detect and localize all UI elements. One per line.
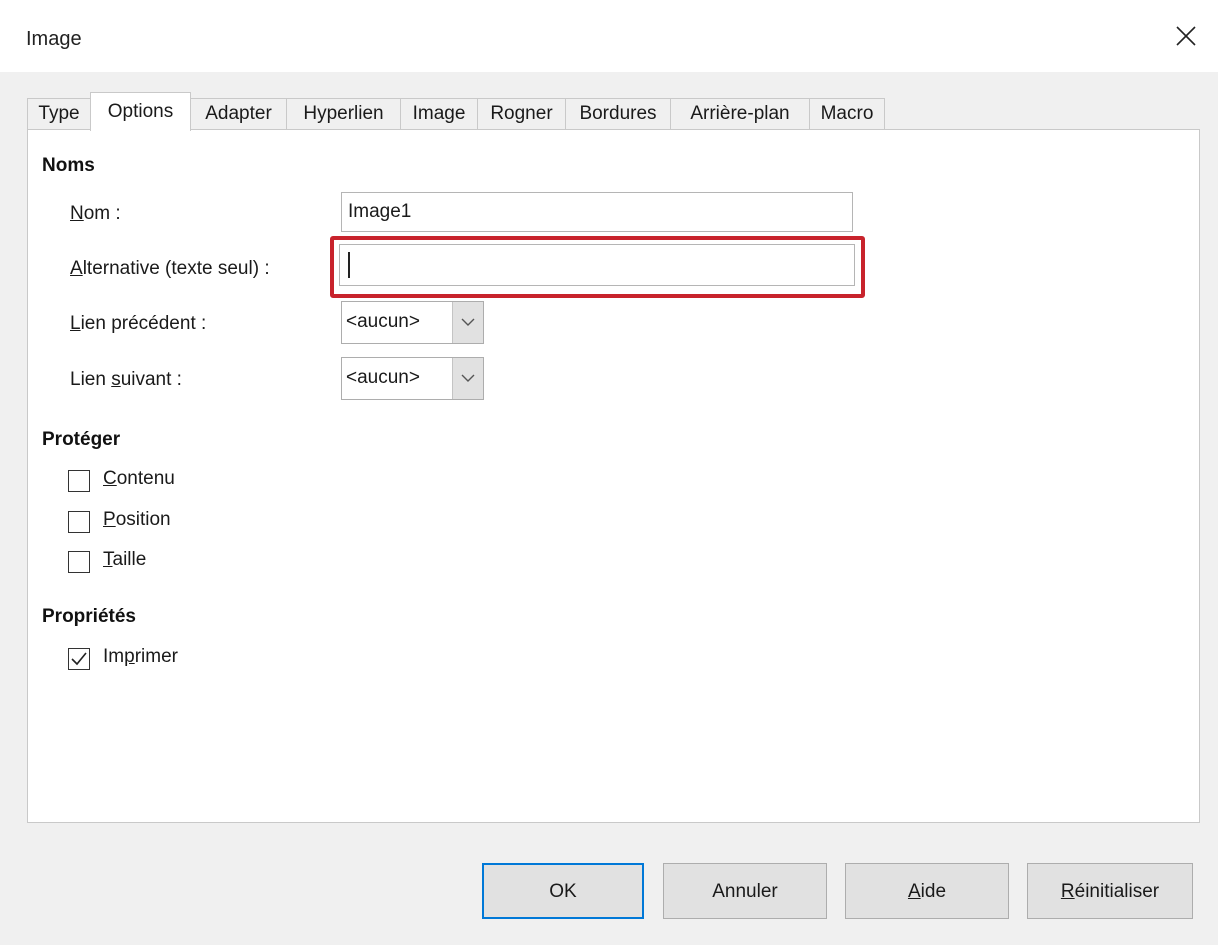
tab-adapter[interactable]: Adapter xyxy=(190,98,287,130)
protect-content-checkbox[interactable] xyxy=(68,470,90,492)
section-title-noms: Noms xyxy=(42,155,95,176)
protect-position-checkbox[interactable] xyxy=(68,511,90,533)
checkmark-icon xyxy=(71,652,87,666)
tab-macro[interactable]: Macro xyxy=(809,98,885,130)
tab-bordures[interactable]: Bordures xyxy=(565,98,671,130)
alt-text-input[interactable] xyxy=(339,244,855,286)
protect-size-checkbox[interactable] xyxy=(68,551,90,573)
prev-link-label: Lien précédent : xyxy=(70,313,207,334)
chevron-down-icon xyxy=(461,374,475,382)
tab-hyperlien[interactable]: Hyperlien xyxy=(286,98,401,130)
print-checkbox[interactable] xyxy=(68,648,90,670)
options-panel: Noms Nom : Alternative (texte seul) : Li… xyxy=(27,129,1200,823)
cancel-button[interactable]: Annuler xyxy=(663,863,827,919)
title-bar: Image xyxy=(0,0,1218,72)
close-button[interactable] xyxy=(1156,12,1218,62)
tab-rogner[interactable]: Rogner xyxy=(477,98,566,130)
chevron-down-icon xyxy=(461,318,475,326)
protect-position-label: Position xyxy=(103,509,171,530)
window-title: Image xyxy=(26,28,82,50)
next-link-value: <aucun> xyxy=(346,367,420,388)
next-link-label: Lien suivant : xyxy=(70,369,182,390)
tab-arriere-plan[interactable]: Arrière-plan xyxy=(670,98,810,130)
protect-content-label: Contenu xyxy=(103,468,175,489)
prev-link-dropdown-button[interactable] xyxy=(452,302,483,343)
alt-text-label: Alternative (texte seul) : xyxy=(70,258,270,279)
prev-link-select[interactable]: <aucun> xyxy=(341,301,484,344)
help-button[interactable]: Aide xyxy=(845,863,1009,919)
next-link-select[interactable]: <aucun> xyxy=(341,357,484,400)
reset-button[interactable]: Réinitialiser xyxy=(1027,863,1193,919)
name-label: Nom : xyxy=(70,203,121,224)
close-icon xyxy=(1176,26,1196,46)
next-link-dropdown-button[interactable] xyxy=(452,358,483,399)
protect-size-label: Taille xyxy=(103,549,147,570)
text-caret xyxy=(348,252,350,278)
section-title-proprietes: Propriétés xyxy=(42,606,136,627)
image-dialog: Image Type Options Adapter Hyperlien Ima… xyxy=(0,0,1218,945)
print-label: Imprimer xyxy=(103,646,178,667)
tab-image[interactable]: Image xyxy=(400,98,478,130)
prev-link-value: <aucun> xyxy=(346,311,420,332)
tab-type[interactable]: Type xyxy=(27,98,91,130)
name-input[interactable] xyxy=(341,192,853,232)
tab-options[interactable]: Options xyxy=(90,92,191,131)
ok-button[interactable]: OK xyxy=(482,863,644,919)
section-title-proteger: Protéger xyxy=(42,429,121,450)
